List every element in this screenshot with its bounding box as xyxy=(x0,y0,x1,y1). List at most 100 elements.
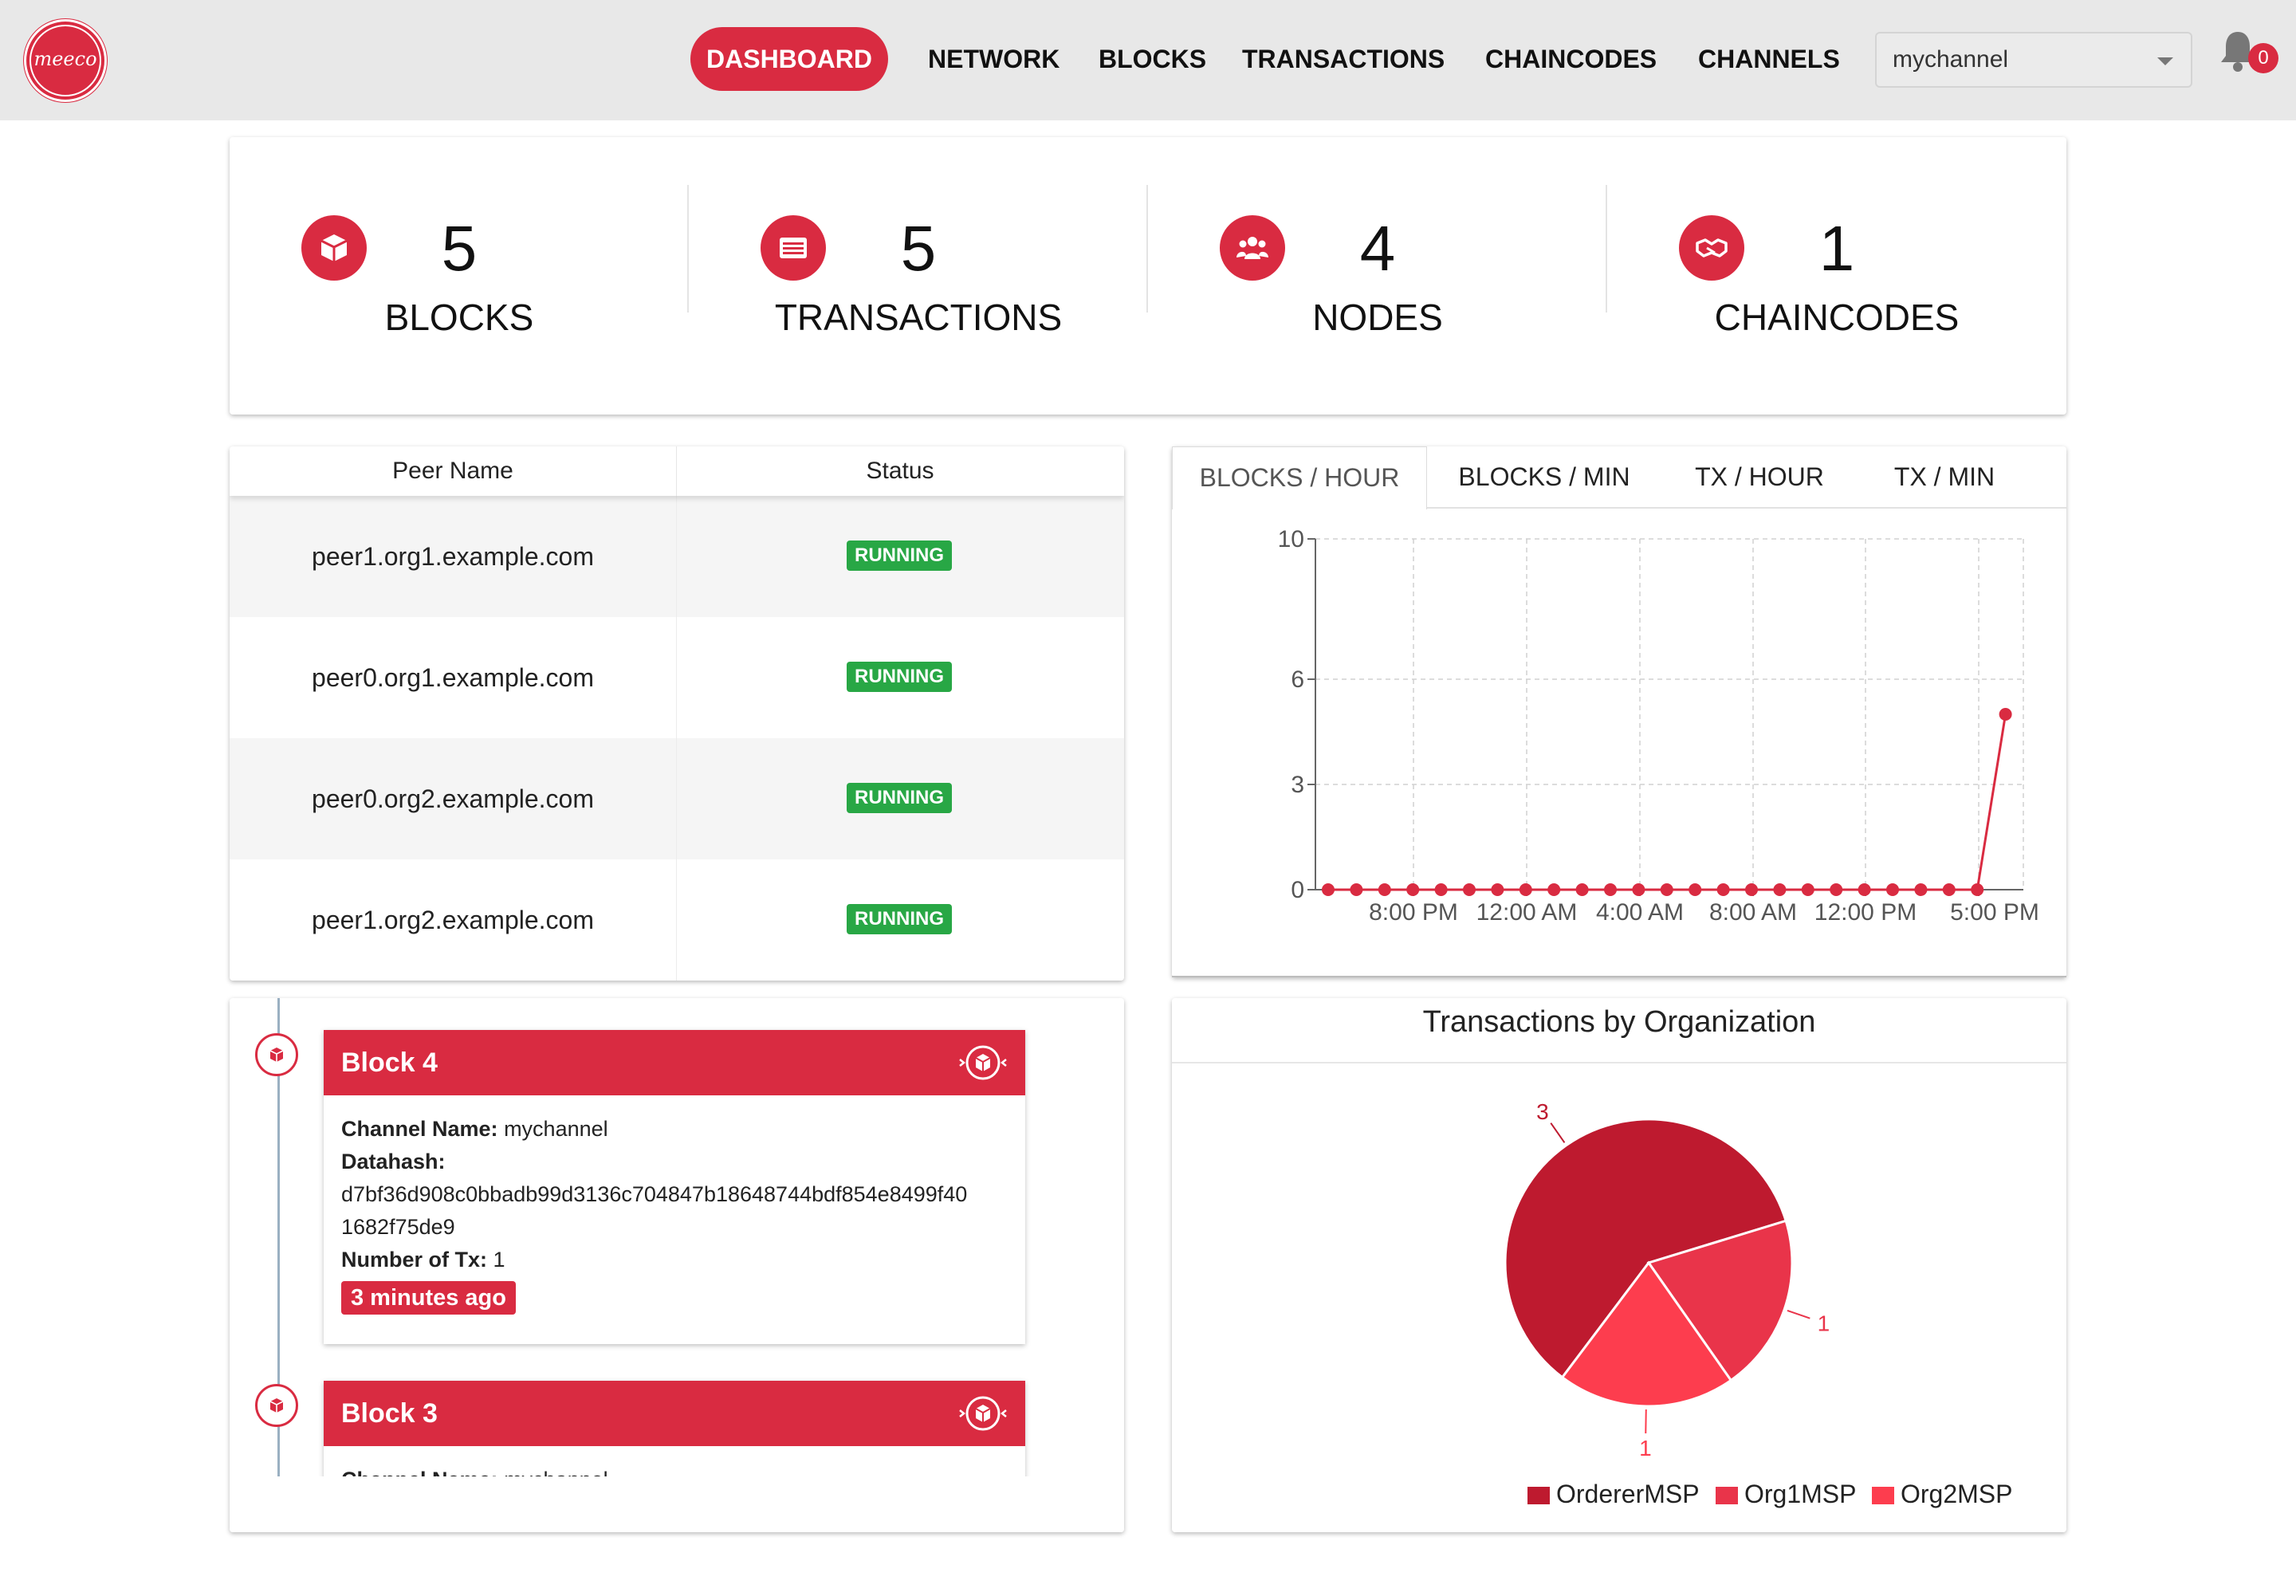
data-point xyxy=(1745,883,1758,896)
data-point xyxy=(1604,883,1617,896)
column-header-status[interactable]: Status xyxy=(676,446,1124,496)
block-title: Block 3 xyxy=(341,1398,438,1429)
stat-chaincodes: 1 CHAINCODES xyxy=(1607,137,2066,415)
block-card[interactable]: Block 4 Channel Name: mychannel Datahash… xyxy=(324,1030,1025,1344)
data-point xyxy=(1491,883,1504,896)
data-point xyxy=(1773,883,1787,896)
x-tick-label: 8:00 PM xyxy=(1369,899,1458,926)
status-badge: RUNNING xyxy=(847,783,952,813)
legend-label: Org2MSP xyxy=(1901,1480,2013,1508)
y-tick-label: 3 xyxy=(1291,772,1304,798)
chevron-down-icon xyxy=(2157,57,2173,65)
legend-item-orderermsp[interactable]: OrdererMSP xyxy=(1527,1478,1700,1510)
stat-value: 5 xyxy=(900,213,937,284)
data-point xyxy=(1378,883,1391,896)
slice-value-label: 1 xyxy=(1639,1436,1652,1460)
nav-transactions[interactable]: TRANSACTIONS xyxy=(1242,27,1445,91)
table-row[interactable]: peer1.org2.example.com RUNNING xyxy=(230,859,1124,981)
table-row[interactable]: peer1.org1.example.com RUNNING xyxy=(230,496,1124,617)
channel-name-value: mychannel xyxy=(504,1117,608,1141)
slice-value-label: 3 xyxy=(1536,1099,1549,1124)
num-tx-value: 1 xyxy=(493,1248,505,1272)
data-point xyxy=(1971,883,1984,896)
line-chart: 0 3 6 10 8:00 PM 12:00 AM 4:00 AM 8:00 AM 12:00 … xyxy=(1278,526,2039,926)
datahash-label: Datahash: xyxy=(341,1150,446,1173)
data-point xyxy=(1406,883,1420,896)
x-tick-label: 12:00 AM xyxy=(1476,899,1578,926)
data-point xyxy=(1716,883,1730,896)
legend-swatch xyxy=(1872,1487,1894,1504)
block-view-icon[interactable] xyxy=(958,1038,1008,1087)
data-point xyxy=(1801,883,1814,896)
data-point xyxy=(1519,883,1532,896)
y-tick-label: 10 xyxy=(1278,526,1304,552)
column-header-peer-name[interactable]: Peer Name xyxy=(230,446,677,496)
cube-icon xyxy=(269,1048,284,1062)
notification-badge: 0 xyxy=(2248,43,2278,73)
chart-tabs: BLOCKS / HOUR BLOCKS / MIN TX / HOUR TX … xyxy=(1172,446,2066,509)
legend-item-org1msp[interactable]: Org1MSP xyxy=(1716,1478,1856,1510)
stat-transactions: 5 TRANSACTIONS xyxy=(689,137,1148,415)
datahash-value-line2: 1682f75de9 xyxy=(341,1215,455,1239)
stat-value: 5 xyxy=(441,213,478,284)
data-point xyxy=(1660,883,1673,896)
channel-select-value: mychannel xyxy=(1893,46,2009,73)
timeline-node xyxy=(255,1033,298,1076)
legend-swatch xyxy=(1527,1487,1550,1504)
data-point xyxy=(1914,883,1928,896)
x-tick-label: 8:00 AM xyxy=(1709,899,1797,926)
block-header: Block 4 xyxy=(324,1030,1025,1095)
x-tick-label: 4:00 AM xyxy=(1596,899,1684,926)
status-badge: RUNNING xyxy=(847,662,952,692)
card-bottom-border xyxy=(1172,976,2066,977)
pie-chart: 3 1 1 xyxy=(1504,1099,1830,1460)
meeco-logo[interactable]: meeco xyxy=(24,19,107,102)
peer-name: peer1.org1.example.com xyxy=(230,496,677,617)
timeline-scroll-mask xyxy=(230,1476,1124,1532)
legend-label: Org1MSP xyxy=(1744,1480,1857,1508)
peer-name: peer0.org2.example.com xyxy=(230,738,677,859)
stat-label: CHAINCODES xyxy=(1714,297,1960,338)
nav-channels[interactable]: CHANNELS xyxy=(1698,27,1840,91)
transactions-by-org-card: Transactions by Organization 3 1 1 Orderer… xyxy=(1172,998,2066,1532)
nav-network[interactable]: NETWORK xyxy=(928,27,1060,91)
data-point xyxy=(1858,883,1871,896)
nav-dashboard[interactable]: DASHBOARD xyxy=(690,27,888,91)
tab-blocks-hour[interactable]: BLOCKS / HOUR xyxy=(1172,446,1427,509)
peer-name: peer1.org2.example.com xyxy=(230,859,677,981)
block-details: Channel Name: mychannel Datahash: d7bf36… xyxy=(341,1113,967,1315)
stat-label: BLOCKS xyxy=(384,297,534,338)
data-point xyxy=(1575,883,1589,896)
data-point xyxy=(1632,883,1645,896)
data-point xyxy=(1830,883,1843,896)
legend-item-org2msp[interactable]: Org2MSP xyxy=(1872,1478,2012,1510)
nav-blocks[interactable]: BLOCKS xyxy=(1099,27,1206,91)
channel-name-label: Channel Name: xyxy=(341,1117,498,1141)
peer-name: peer0.org1.example.com xyxy=(230,617,677,738)
tab-blocks-min[interactable]: BLOCKS / MIN xyxy=(1435,446,1653,507)
table-row[interactable]: peer0.org1.example.com RUNNING xyxy=(230,617,1124,738)
data-point xyxy=(1942,883,1956,896)
data-point xyxy=(1434,883,1448,896)
table-row[interactable]: peer0.org2.example.com RUNNING xyxy=(230,738,1124,859)
stat-nodes: 4 NODES xyxy=(1148,137,1607,415)
data-point xyxy=(1547,883,1561,896)
stat-value: 1 xyxy=(1818,213,1855,284)
channel-select[interactable]: mychannel xyxy=(1875,32,2192,88)
data-point xyxy=(1322,883,1335,896)
legend-label: OrdererMSP xyxy=(1556,1480,1700,1508)
tab-tx-hour[interactable]: TX / HOUR xyxy=(1660,446,1859,507)
stat-label: TRANSACTIONS xyxy=(774,297,1063,338)
nav-chaincodes[interactable]: CHAINCODES xyxy=(1485,27,1657,91)
stats-card: 5 BLOCKS 5 TRANSACTIONS 4 NODES 1 CHAINC… xyxy=(230,137,2066,415)
x-tick-label: 12:00 PM xyxy=(1814,899,1917,926)
stat-value: 4 xyxy=(1359,213,1396,284)
tab-tx-min[interactable]: TX / MIN xyxy=(1859,446,2030,507)
block-view-icon[interactable] xyxy=(958,1389,1008,1438)
blocks-timeline: Block 4 Channel Name: mychannel Datahash… xyxy=(230,998,1124,1532)
status-badge: RUNNING xyxy=(847,541,952,571)
num-tx-label: Number of Tx: xyxy=(341,1248,488,1272)
slice-value-label: 1 xyxy=(1818,1311,1830,1336)
block-title: Block 4 xyxy=(341,1048,438,1078)
slice-leader-line xyxy=(1645,1409,1647,1433)
